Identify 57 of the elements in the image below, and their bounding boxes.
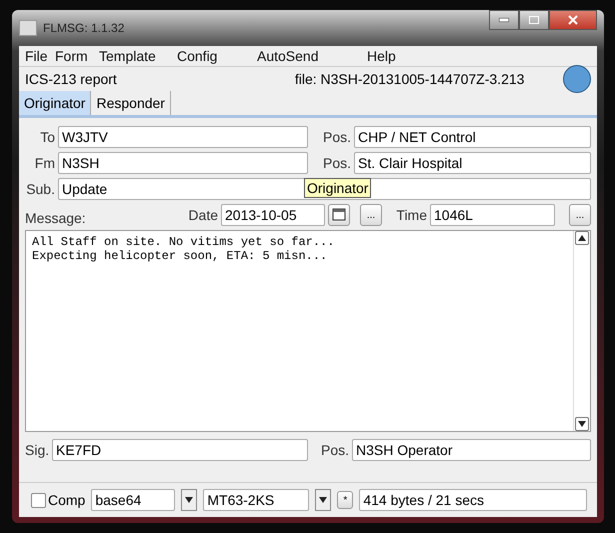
date-field[interactable]: 2013-10-05: [221, 204, 325, 226]
field-label: Time: [395, 207, 427, 223]
checkbox[interactable]: [31, 492, 46, 508]
close-button[interactable]: [549, 10, 597, 30]
field-label: Pos.: [322, 155, 351, 171]
message-text-area[interactable]: All Staff on site. No vitims yet so far... Expecting helicopter soon, ETA: 5 misn...: [25, 230, 591, 432]
tooltip: Originator: [304, 178, 372, 198]
input-field[interactable]: St. Clair Hospital: [354, 152, 591, 174]
menu-item[interactable]: Config: [177, 48, 257, 64]
caret-down-icon: [578, 421, 586, 427]
minimize-button[interactable]: [489, 10, 519, 30]
scroll-up-button[interactable]: [575, 231, 589, 245]
dropdown-button[interactable]: [181, 489, 198, 511]
menu-item[interactable]: Form: [55, 48, 99, 64]
dropdown-button[interactable]: [315, 489, 332, 511]
form-name: ICS-213 report: [25, 71, 117, 87]
field-label: Sub.: [25, 181, 55, 197]
star-button[interactable]: *: [337, 491, 354, 509]
ellipsis-button[interactable]: ...: [360, 204, 382, 226]
input-field[interactable]: KE7FD: [52, 439, 308, 461]
caret-down-icon: [319, 497, 328, 503]
input-field[interactable]: N3SH: [58, 152, 308, 174]
status-indicator: [563, 65, 591, 93]
checkbox-label: Comp: [48, 492, 86, 508]
field-label: Pos.: [320, 442, 349, 458]
menu-item[interactable]: AutoSend: [257, 48, 367, 64]
field-label: Pos.: [322, 129, 351, 145]
calendar-icon: [332, 206, 346, 220]
calendar-button[interactable]: [328, 204, 350, 226]
message-text: All Staff on site. No vitims yet so far... Expecting helicopter soon, ETA: 5 misn...: [31, 234, 336, 265]
size-field: 414 bytes / 21 secs: [359, 489, 587, 511]
encoding-select[interactable]: base64: [91, 489, 176, 511]
caret-up-icon: [578, 235, 586, 241]
field-label: Fm: [34, 155, 55, 171]
tab[interactable]: Originator: [19, 91, 92, 115]
input-field[interactable]: W3JTV: [58, 126, 308, 148]
ellipsis-button[interactable]: ...: [569, 204, 591, 226]
window-title: FLMSG: 1.1.32: [43, 21, 124, 35]
minimize-icon: [499, 18, 509, 22]
menu-item[interactable]: File: [25, 48, 55, 64]
field-label: Date: [187, 207, 218, 223]
close-icon: [568, 15, 578, 25]
mode-select[interactable]: MT63-2KS: [203, 489, 310, 511]
field-label: To: [39, 129, 55, 145]
file-name: file: N3SH-20131005-144707Z-3.213: [294, 71, 524, 87]
input-field[interactable]: CHP / NET Control: [354, 126, 591, 148]
app-icon: [19, 20, 37, 36]
time-field[interactable]: 1046L: [430, 204, 555, 226]
scroll-down-button[interactable]: [575, 417, 589, 431]
caret-down-icon: [185, 497, 194, 503]
field-label: Sig.: [25, 442, 49, 458]
menu-item[interactable]: Help: [367, 48, 427, 64]
message-label: Message:: [25, 210, 85, 226]
maximize-button[interactable]: [519, 10, 549, 30]
menu-item[interactable]: Template: [99, 48, 177, 64]
input-field[interactable]: N3SH Operator: [352, 439, 591, 461]
maximize-icon: [529, 16, 539, 24]
